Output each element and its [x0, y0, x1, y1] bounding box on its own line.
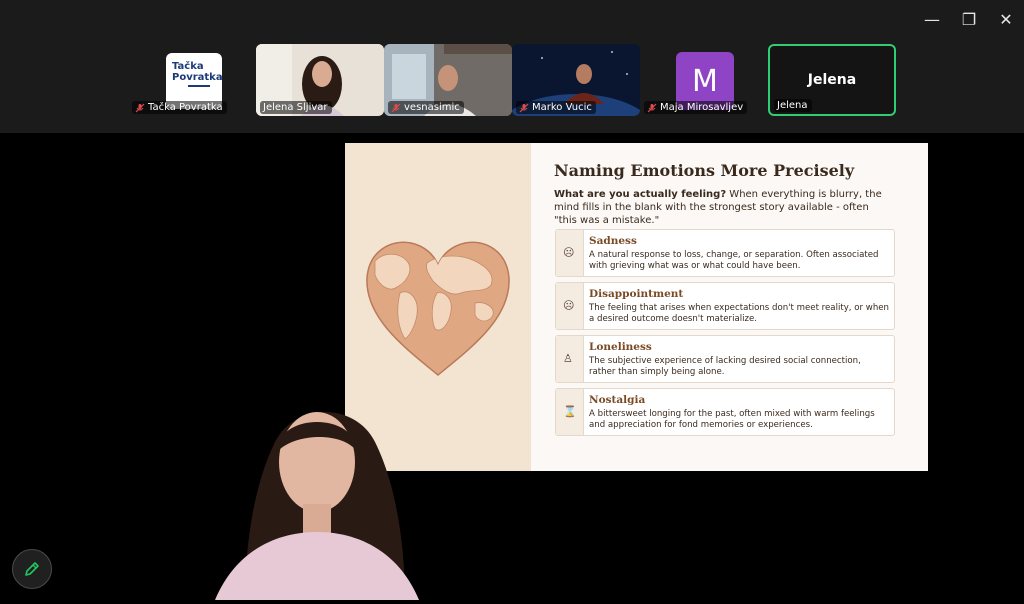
hourglass-icon: ⌛ — [563, 405, 577, 418]
card-title: Nostalgia — [589, 394, 646, 406]
slide-title: Naming Emotions More Precisely — [554, 161, 855, 180]
muted-mic-icon — [647, 103, 657, 113]
participant-tile-tacka-povratka[interactable]: Tačka Povratka Tačka Povratka — [128, 44, 256, 116]
card-description: The subjective experience of lacking des… — [589, 356, 861, 377]
participant-name-chip: Tačka Povratka — [132, 101, 227, 114]
annotate-button[interactable] — [12, 549, 52, 589]
participant-name-chip: Marko Vucic — [516, 101, 596, 114]
muted-mic-icon — [135, 103, 145, 113]
participant-name-chip: vesnasimic — [388, 101, 464, 114]
participant-tile-marko-vucic[interactable]: Marko Vucic — [512, 44, 640, 116]
disappointed-face-icon: ☹ — [563, 299, 575, 312]
participant-tile-jelena-sljivar[interactable]: Jelena Sljivar — [256, 44, 384, 116]
logo-line-2: Povratka — [172, 72, 223, 83]
card-title: Loneliness — [589, 341, 652, 353]
close-button[interactable]: ✕ — [990, 8, 1022, 30]
emotion-card-nostalgia: ⌛ Nostalgia A bittersweet longing for th… — [555, 388, 895, 436]
card-title: Sadness — [589, 235, 637, 247]
card-description: A natural response to loss, change, or s… — [589, 250, 879, 271]
card-title: Disappointment — [589, 288, 684, 300]
emotion-card-loneliness: ♙ Loneliness The subjective experience o… — [555, 335, 895, 383]
muted-mic-icon — [391, 103, 401, 113]
slide-intro: What are you actually feeling? When ever… — [554, 189, 882, 226]
active-speaker-label: Jelena — [807, 72, 857, 88]
sad-face-icon: ☹ — [563, 246, 575, 259]
participant-name-chip: Maja Mirosavljev — [644, 101, 748, 114]
participant-tile-jelena-active[interactable]: Jelena Jelena — [768, 44, 896, 116]
emotion-card-sadness: ☹ Sadness A natural response to loss, ch… — [555, 229, 895, 277]
participant-name-chip: Jelena Sljivar — [260, 101, 332, 114]
participant-tile-vesnasimic[interactable]: vesnasimic — [384, 44, 512, 116]
restore-button[interactable]: ❐ — [953, 8, 985, 30]
participants-strip: — ❐ ✕ Tačka Povratka Tačka Povratka Jele… — [0, 0, 1024, 133]
minimize-button[interactable]: — — [916, 8, 948, 30]
card-description: The feeling that arises when expectation… — [589, 303, 889, 324]
pencil-icon — [25, 562, 39, 576]
logo-line-1: Tačka — [172, 61, 204, 72]
emotion-card-disappointment: ☹ Disappointment The feeling that arises… — [555, 282, 895, 330]
participant-name-chip: Jelena — [774, 99, 812, 112]
lone-person-icon: ♙ — [563, 352, 573, 365]
muted-mic-icon — [519, 103, 529, 113]
card-description: A bittersweet longing for the past, ofte… — [589, 409, 875, 430]
participant-tile-maja-mirosavljev[interactable]: M Maja Mirosavljev — [640, 44, 768, 116]
presenter-video-overlay — [205, 392, 445, 600]
